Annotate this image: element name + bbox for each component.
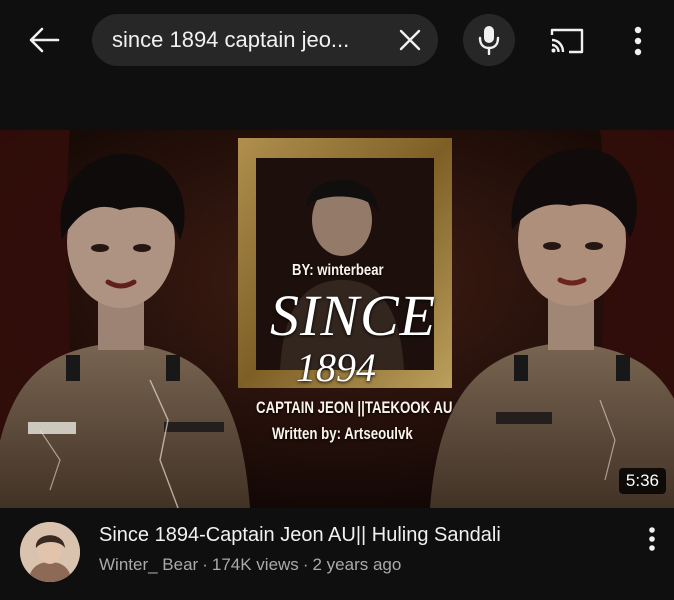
channel-avatar[interactable] bbox=[20, 522, 80, 582]
video-duration-badge: 5:36 bbox=[618, 468, 666, 494]
video-actions-button[interactable] bbox=[640, 522, 664, 556]
avatar-image bbox=[20, 522, 80, 582]
video-subtitle: Winter_ Bear · 174K views · 2 years ago bbox=[99, 555, 401, 575]
search-query-text[interactable]: since 1894 captain jeo... bbox=[112, 14, 349, 66]
thumbnail-writer: Written by: Artseoulvk bbox=[272, 424, 413, 443]
more-vert-icon bbox=[649, 527, 655, 551]
thumbnail-subtitle: CAPTAIN JEON ||TAEKOOK AU bbox=[256, 398, 453, 417]
microphone-icon bbox=[478, 26, 500, 55]
close-icon bbox=[399, 29, 421, 51]
video-title[interactable]: Since 1894-Captain Jeon AU|| Huling Sand… bbox=[99, 524, 501, 547]
thumbnail-author-text: BY: winterbear bbox=[292, 262, 384, 279]
video-thumbnail[interactable]: BY: winterbear SINCE 1894 CAPTAIN JEON |… bbox=[0, 130, 674, 508]
top-app-bar: since 1894 captain jeo... bbox=[0, 0, 674, 82]
arrow-left-icon bbox=[29, 27, 60, 53]
thumbnail-title-line2: 1894 bbox=[296, 345, 376, 390]
cast-button[interactable] bbox=[545, 24, 589, 58]
view-count: 174K views bbox=[211, 555, 299, 574]
upload-age: 2 years ago bbox=[312, 555, 402, 574]
voice-search-button[interactable] bbox=[463, 14, 515, 66]
channel-name[interactable]: Winter_ Bear bbox=[99, 555, 198, 574]
separator: · bbox=[202, 555, 208, 574]
separator: · bbox=[302, 555, 309, 574]
search-box[interactable]: since 1894 captain jeo... bbox=[92, 14, 438, 66]
clear-search-button[interactable] bbox=[396, 26, 424, 54]
thumbnail-title-line1: SINCE bbox=[270, 283, 437, 348]
more-options-button[interactable] bbox=[624, 22, 652, 60]
back-button[interactable] bbox=[22, 20, 66, 60]
more-vert-icon bbox=[634, 26, 642, 56]
video-meta: Since 1894-Captain Jeon AU|| Huling Sand… bbox=[0, 508, 674, 600]
cast-icon bbox=[550, 28, 584, 54]
